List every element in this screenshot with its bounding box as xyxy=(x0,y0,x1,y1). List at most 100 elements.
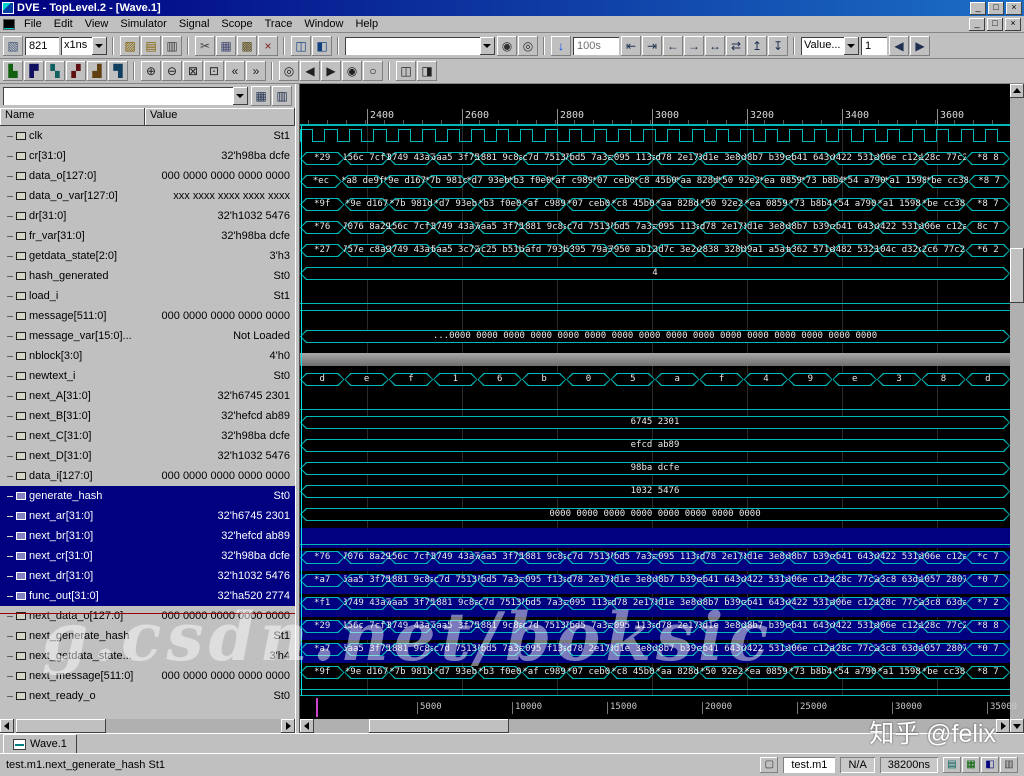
wave-lane[interactable] xyxy=(300,686,1010,695)
wave-lane[interactable] xyxy=(300,393,1010,413)
log-status-icon[interactable]: ▤ xyxy=(943,757,961,773)
signal-row[interactable]: message[511:0] 000 0000 0000 0000 0000 xyxy=(0,306,295,326)
scroll-thumb[interactable] xyxy=(369,719,509,733)
ungroup-signals-icon[interactable]: ▜ xyxy=(108,61,128,81)
search-forward-icon[interactable]: ◎ xyxy=(518,35,538,56)
wave-lane[interactable] xyxy=(300,307,1010,327)
menu-edit[interactable]: Edit xyxy=(48,17,79,31)
expand-time-icon[interactable]: ↔ xyxy=(705,35,725,56)
time-field[interactable]: 100s xyxy=(573,36,619,55)
expand-groups-button[interactable]: ▦ xyxy=(251,86,271,106)
wave-hscrollbar[interactable] xyxy=(300,719,1010,733)
signal-row[interactable]: next_br[31:0] 32'hefcd ab89 xyxy=(0,526,295,546)
wave-lane[interactable]: ...0000 0000 0000 0000 0000 0000 0000 00… xyxy=(300,330,1010,350)
overview-cursor[interactable] xyxy=(316,698,318,717)
signal-row[interactable]: load_i St1 xyxy=(0,286,295,306)
value-combo[interactable]: Value... xyxy=(801,36,859,55)
next-marker-icon[interactable]: ▶ xyxy=(321,61,341,81)
scroll-left-button[interactable] xyxy=(0,719,14,733)
menu-trace[interactable]: Trace xyxy=(259,17,299,31)
clear-markers-icon[interactable]: ○ xyxy=(363,61,383,81)
add-group-icon[interactable]: ▙ xyxy=(3,61,23,81)
signal-filter-button[interactable]: ▥ xyxy=(272,86,292,106)
scroll-track[interactable] xyxy=(14,719,281,733)
wave-lane[interactable]: 98ba dcfe xyxy=(300,462,1010,482)
console-icon[interactable]: ▢ xyxy=(760,757,779,773)
scroll-down-button[interactable] xyxy=(1010,719,1024,733)
menu-scope[interactable]: Scope xyxy=(215,17,258,31)
signal-row[interactable]: next_A[31:0] 32'h6745 2301 xyxy=(0,386,295,406)
zoom-scale-field[interactable]: 821 xyxy=(25,36,59,55)
signal-row[interactable]: func_out[31:0] 32'ha520 2774 xyxy=(0,586,295,606)
signal-row[interactable]: hash_generated St0 xyxy=(0,266,295,286)
add-marker-icon[interactable]: ◎ xyxy=(279,61,299,81)
zoom-unit-combo[interactable]: x1ns xyxy=(61,36,107,55)
pan-left-icon[interactable]: ◀ xyxy=(889,35,909,56)
signal-row[interactable]: fr_var[31:0] 32'h98ba dcfe xyxy=(0,226,295,246)
wave-ruler[interactable]: 2400 2600 2800 3000 3200 3400 3600 xyxy=(300,108,1010,126)
memory-status-icon[interactable]: ▥ xyxy=(1000,757,1018,773)
scroll-track[interactable] xyxy=(314,719,996,733)
signal-row[interactable]: next_ready_o St0 xyxy=(0,686,295,706)
group-signals-icon[interactable]: ▟ xyxy=(87,61,107,81)
wave-vscrollbar[interactable] xyxy=(1010,84,1024,733)
wave-lane[interactable]: 4 xyxy=(300,267,1010,287)
next-transition-icon[interactable]: → xyxy=(684,35,704,56)
wave-lane[interactable] xyxy=(300,129,1010,149)
signal-row[interactable]: next_cr[31:0] 32'h98ba dcfe xyxy=(0,546,295,566)
scroll-right-button[interactable] xyxy=(281,719,295,733)
mdi-close-button[interactable]: × xyxy=(1005,17,1021,31)
overlay-waves-icon[interactable]: ◨ xyxy=(417,61,437,81)
delete-icon[interactable]: × xyxy=(258,35,278,56)
chevron-down-icon[interactable] xyxy=(480,36,495,55)
signal-row[interactable]: clk St1 xyxy=(0,126,295,146)
menu-file[interactable]: File xyxy=(18,17,48,31)
menu-signal[interactable]: Signal xyxy=(173,17,216,31)
scroll-thumb[interactable] xyxy=(1010,248,1024,303)
tab-wave1[interactable]: Wave.1 xyxy=(3,734,77,753)
wave-lane[interactable]: efcd ab89 xyxy=(300,439,1010,459)
zoom-fit-icon[interactable]: ⊠ xyxy=(183,61,203,81)
scroll-thumb[interactable] xyxy=(16,719,106,733)
paste-icon[interactable]: ▩ xyxy=(237,35,257,56)
column-header-name[interactable]: Name xyxy=(0,108,145,126)
compare-waves-icon[interactable]: ◫ xyxy=(396,61,416,81)
zoom-cursor-icon[interactable]: ⊡ xyxy=(204,61,224,81)
signal-row[interactable]: dr[31:0] 32'h1032 5476 xyxy=(0,206,295,226)
wave-lane[interactable]: *a7 5aa5 3f75 1881 9c8a c7d 7513 7bd5 7a3a c0… xyxy=(300,574,1010,594)
wave-lane[interactable]: *29 156c 7cf1 3749 43a7 5aa5 3f75 1881 9c8a c… xyxy=(300,620,1010,640)
new-wave-window-icon[interactable]: ◫ xyxy=(291,35,311,56)
column-header-value[interactable]: Value xyxy=(145,108,295,126)
prev-edge-icon[interactable]: ⇤ xyxy=(621,35,641,56)
expand-bus-icon[interactable]: ▞ xyxy=(66,61,86,81)
chevron-down-icon[interactable] xyxy=(233,87,248,105)
scroll-left-button[interactable] xyxy=(300,719,314,733)
center-cursor-icon[interactable]: ◉ xyxy=(342,61,362,81)
signal-row[interactable]: next_dr[31:0] 32'h1032 5476 xyxy=(0,566,295,586)
menu-window[interactable]: Window xyxy=(298,17,349,31)
signal-row[interactable]: message_var[15:0]... Not Loaded xyxy=(0,326,295,346)
signal-row[interactable]: cr[31:0] 32'h98ba dcfe xyxy=(0,146,295,166)
sim-status-icon[interactable]: ▦ xyxy=(962,757,980,773)
swap-range-icon[interactable]: ⇄ xyxy=(726,35,746,56)
pan-right-icon[interactable]: ▶ xyxy=(910,35,930,56)
pan-view-left-icon[interactable]: « xyxy=(225,61,245,81)
search-combo[interactable] xyxy=(345,36,495,55)
search-backward-icon[interactable]: ◉ xyxy=(497,35,517,56)
print-icon[interactable]: ▥ xyxy=(162,35,182,56)
link-status-icon[interactable]: ◧ xyxy=(981,757,999,773)
signal-row[interactable]: getdata_state[2:0] 3'h3 xyxy=(0,246,295,266)
signal-row[interactable]: next_C[31:0] 32'h98ba dcfe xyxy=(0,426,295,446)
new-list-window-icon[interactable]: ◧ xyxy=(312,35,332,56)
signal-group-combo[interactable] xyxy=(3,87,248,105)
pan-view-right-icon[interactable]: » xyxy=(246,61,266,81)
copy-icon[interactable]: ▦ xyxy=(216,35,236,56)
wave-lane[interactable] xyxy=(300,287,1010,307)
wave-lane[interactable]: *ec *a8 de9f *9e d167 *7b 981c *d7 93eb *b3 f… xyxy=(300,175,1010,195)
wave-lane[interactable]: *9f *9e d167 *7b 981d *d7 93eb *b3 f0e0 *af c… xyxy=(300,666,1010,686)
signal-row[interactable]: newtext_i St0 xyxy=(0,366,295,386)
wave-overview[interactable]: 5000 10000 15000 20000 25000 30000 35000 xyxy=(300,695,1017,719)
menu-simulator[interactable]: Simulator xyxy=(114,17,172,31)
chevron-down-icon[interactable] xyxy=(844,36,859,55)
signal-row[interactable]: next_generate_hash St1 xyxy=(0,626,295,646)
